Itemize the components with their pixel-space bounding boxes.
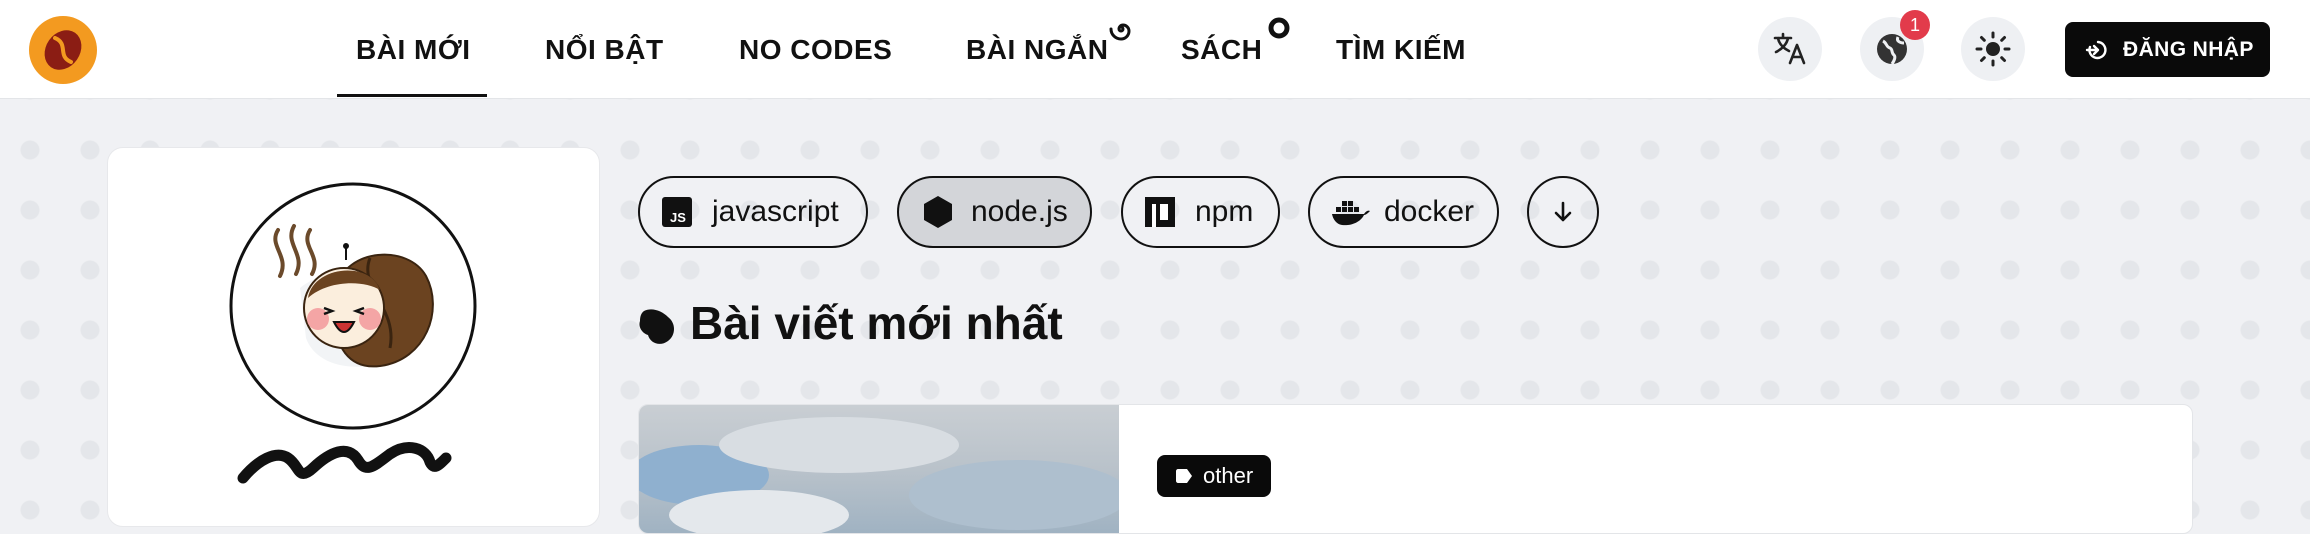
language-button[interactable] [1758,17,1822,81]
profile-card [107,147,600,527]
top-header: BÀI MỚI NỔI BẬT NO CODES BÀI NGẮN SÁCH T… [0,0,2310,99]
site-logo[interactable] [29,16,97,84]
tag-npm[interactable]: npm [1121,176,1280,248]
npm-icon [1145,197,1175,227]
tag-label: javascript [712,195,839,228]
svg-text:JS: JS [670,210,686,225]
login-icon [2085,40,2107,60]
nav-featured[interactable]: NỔI BẬT [545,0,664,99]
spiral-icon [1109,23,1131,41]
nav-new-posts[interactable]: BÀI MỚI [356,0,471,99]
ring-icon [1268,17,1290,39]
notification-count-badge: 1 [1900,10,1930,40]
tag-label: node.js [971,195,1068,228]
tag-javascript[interactable]: JS javascript [638,176,868,248]
nav-books[interactable]: SÁCH [1181,0,1262,99]
tag-label: npm [1195,195,1254,228]
docker-icon [1332,201,1370,226]
nav-short-posts[interactable]: BÀI NGẮN [966,0,1108,99]
show-more-tags-button[interactable] [1527,176,1599,248]
post-thumbnail[interactable] [639,405,1129,533]
post-category-tag[interactable]: other [1157,455,1272,497]
section-title: Bài viết mới nhất [690,297,1063,349]
coffee-bean-icon [44,30,82,70]
tag-nodejs[interactable]: node.js [897,176,1092,248]
nav-active-indicator [337,94,487,97]
post-card[interactable]: other [638,404,2193,534]
sun-icon [1975,31,2011,67]
hexagon-icon [924,196,952,228]
nav-search[interactable]: TÌM KIẾM [1336,0,1466,99]
tag-icon [1176,469,1192,483]
blob-icon [639,309,674,344]
login-button[interactable]: ĐĂNG NHẬP [2065,22,2270,77]
nav-no-codes[interactable]: NO CODES [739,0,892,99]
tag-label: docker [1384,195,1475,228]
js-icon: JS [662,197,692,227]
translate-icon [1773,32,1806,65]
tag-docker[interactable]: docker [1308,176,1499,248]
post-category-label: other [1203,463,1254,488]
sky-image [639,417,1129,533]
login-label: ĐĂNG NHẬP [2123,38,2254,61]
arrow-down-icon [1554,201,1572,222]
theme-toggle-button[interactable] [1961,17,2025,81]
mascot-avatar [229,182,477,484]
